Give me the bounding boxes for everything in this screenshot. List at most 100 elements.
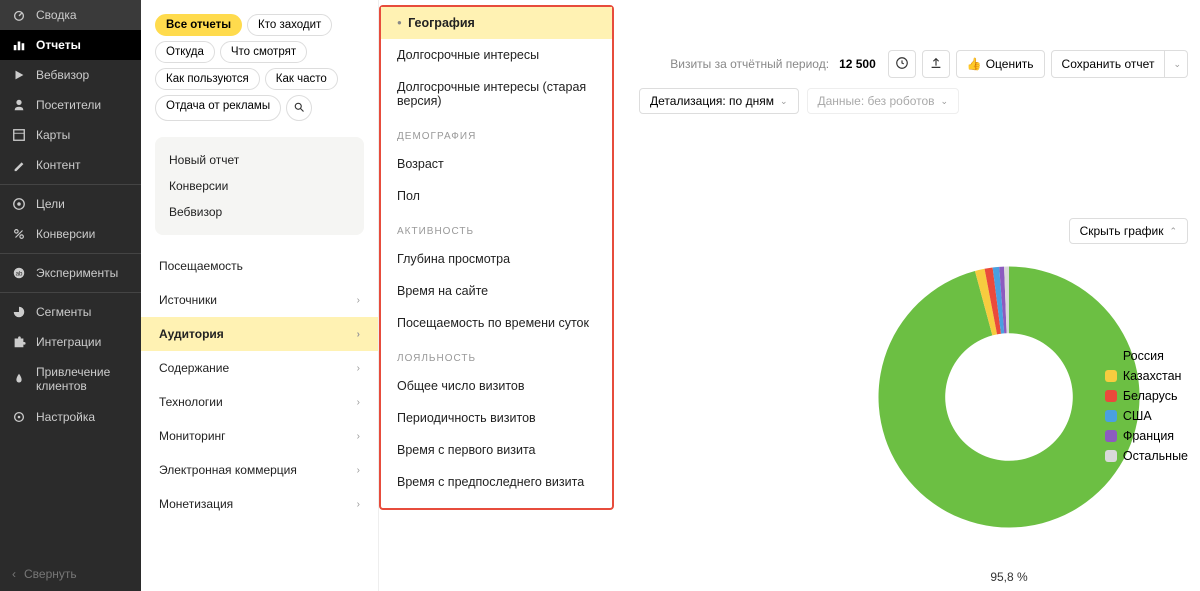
- chevron-right-icon: ›: [357, 363, 360, 374]
- sub-Посещаемость по времени суток[interactable]: Посещаемость по времени суток: [381, 307, 612, 339]
- cat-Мониторинг[interactable]: Мониторинг›: [141, 419, 378, 453]
- save-report-button[interactable]: Сохранить отчет: [1051, 50, 1166, 78]
- chip-how[interactable]: Как пользуются: [155, 68, 260, 90]
- side-visitors[interactable]: Посетители: [0, 90, 141, 120]
- topbar: Визиты за отчётный период: 12 500 👍Оцени…: [670, 50, 1188, 78]
- side-settings[interactable]: Настройка: [0, 402, 141, 432]
- quick-new[interactable]: Новый отчет: [169, 147, 350, 173]
- side-maps[interactable]: Карты: [0, 120, 141, 150]
- side-reports[interactable]: Отчеты: [0, 30, 141, 60]
- flame-icon: [12, 372, 26, 386]
- sub-Общее число визитов[interactable]: Общее число визитов: [381, 370, 612, 402]
- sub-Долгосрочные интересы[interactable]: Долгосрочные интересы: [381, 39, 612, 71]
- refresh-button[interactable]: [888, 50, 916, 78]
- legend-swatch: [1105, 410, 1117, 422]
- chevron-right-icon: ›: [357, 465, 360, 476]
- legend-США[interactable]: США: [1105, 406, 1188, 426]
- export-button[interactable]: [922, 50, 950, 78]
- sub-Глубина просмотра[interactable]: Глубина просмотра: [381, 243, 612, 275]
- cat-Содержание[interactable]: Содержание›: [141, 351, 378, 385]
- side-segments[interactable]: Сегменты: [0, 297, 141, 327]
- filter-row: Детализация: по дням⌄ Данные: без робото…: [639, 88, 959, 114]
- cat-Монетизация[interactable]: Монетизация›: [141, 487, 378, 521]
- legend-swatch: [1105, 390, 1117, 402]
- chevron-up-icon: ⌃: [1169, 226, 1177, 237]
- visits-label: Визиты за отчётный период:: [670, 57, 829, 71]
- legend-Беларусь[interactable]: Беларусь: [1105, 386, 1188, 406]
- hide-chart-row: Скрыть график⌃: [1069, 218, 1188, 244]
- chevron-right-icon: ›: [357, 499, 360, 510]
- sub-Время с первого визита[interactable]: Время с первого визита: [381, 434, 612, 466]
- sub-Долгосрочные интересы (старая версия)[interactable]: Долгосрочные интересы (старая версия): [381, 71, 612, 117]
- sidebar: Сводка Отчеты Вебвизор Посетители Карты …: [0, 0, 141, 591]
- side-conversions[interactable]: Конверсии: [0, 219, 141, 249]
- chevron-down-icon: ⌄: [941, 96, 949, 107]
- chip-what[interactable]: Что смотрят: [220, 41, 307, 63]
- legend-Казахстан[interactable]: Казахстан: [1105, 366, 1188, 386]
- side-integrations[interactable]: Интеграции: [0, 327, 141, 357]
- robots-select[interactable]: Данные: без роботов⌄: [807, 88, 960, 114]
- save-report-dropdown[interactable]: ⌄: [1165, 50, 1188, 78]
- chevron-right-icon: ›: [357, 295, 360, 306]
- legend-swatch: [1105, 350, 1117, 362]
- upload-icon: [929, 56, 943, 73]
- cat-Аудитория[interactable]: Аудитория›: [141, 317, 378, 351]
- quick-box: Новый отчет Конверсии Вебвизор: [155, 137, 364, 235]
- legend-swatch: [1105, 450, 1117, 462]
- sub-header: ДЕМОГРАФИЯ: [381, 117, 612, 148]
- sub-География[interactable]: География: [381, 7, 612, 39]
- legend-Россия[interactable]: Россия: [1105, 346, 1188, 366]
- side-goals[interactable]: Цели: [0, 189, 141, 219]
- chevron-down-icon: ⌄: [1173, 59, 1181, 70]
- chip-row: Все отчеты Кто заходит Откуда Что смотря…: [141, 8, 378, 131]
- sub-header: АКТИВНОСТЬ: [381, 212, 612, 243]
- chip-search[interactable]: [286, 95, 312, 121]
- side-clients[interactable]: Привлечение клиентов: [0, 357, 141, 402]
- cat-Технологии[interactable]: Технологии›: [141, 385, 378, 419]
- ab-icon: ab: [12, 266, 26, 280]
- side-experiments[interactable]: abЭксперименты: [0, 258, 141, 288]
- person-icon: [12, 98, 26, 112]
- layout-icon: [12, 128, 26, 142]
- rate-button[interactable]: 👍Оценить: [956, 50, 1045, 78]
- bars-icon: [12, 38, 26, 52]
- legend-swatch: [1105, 370, 1117, 382]
- cat-Посещаемость[interactable]: Посещаемость: [141, 249, 378, 283]
- clock-icon: [895, 56, 909, 73]
- side-content[interactable]: Контент: [0, 150, 141, 180]
- play-icon: [12, 68, 26, 82]
- detail-select[interactable]: Детализация: по дням⌄: [639, 88, 799, 114]
- sub-header: ЛОЯЛЬНОСТЬ: [381, 339, 612, 370]
- sub-Время на сайте[interactable]: Время на сайте: [381, 275, 612, 307]
- sub-Возраст[interactable]: Возраст: [381, 148, 612, 180]
- sub-Периодичность визитов[interactable]: Периодичность визитов: [381, 402, 612, 434]
- sub-Пол[interactable]: Пол: [381, 180, 612, 212]
- chip-ads[interactable]: Отдача от рекламы: [155, 95, 281, 121]
- sub-Время с предпоследнего визита[interactable]: Время с предпоследнего визита: [381, 466, 612, 498]
- chip-from[interactable]: Откуда: [155, 41, 215, 63]
- chip-all[interactable]: Все отчеты: [155, 14, 242, 36]
- legend-Остальные[interactable]: Остальные: [1105, 446, 1188, 466]
- quick-webvisor[interactable]: Вебвизор: [169, 199, 350, 225]
- chevron-right-icon: ›: [357, 397, 360, 408]
- quick-conv[interactable]: Конверсии: [169, 173, 350, 199]
- puzzle-icon: [12, 335, 26, 349]
- side-summary[interactable]: Сводка: [0, 0, 141, 30]
- chevron-right-icon: ›: [357, 329, 360, 340]
- chevron-down-icon: ⌄: [780, 96, 788, 107]
- visits-value: 12 500: [839, 57, 876, 71]
- chevron-left-icon: ‹: [12, 567, 16, 581]
- cat-Электронная коммерция[interactable]: Электронная коммерция›: [141, 453, 378, 487]
- reports-panel: Все отчеты Кто заходит Откуда Что смотря…: [141, 0, 379, 591]
- side-collapse[interactable]: ‹Свернуть: [0, 557, 141, 591]
- chevron-right-icon: ›: [357, 431, 360, 442]
- cat-Источники[interactable]: Источники›: [141, 283, 378, 317]
- chip-often[interactable]: Как часто: [265, 68, 338, 90]
- side-webvisor[interactable]: Вебвизор: [0, 60, 141, 90]
- main-pct-label: 95,8 %: [990, 570, 1027, 584]
- submenu-audience: ГеографияДолгосрочные интересыДолгосрочн…: [379, 5, 614, 510]
- gear-icon: [12, 410, 26, 424]
- hide-chart-button[interactable]: Скрыть график⌃: [1069, 218, 1188, 244]
- chip-who[interactable]: Кто заходит: [247, 14, 332, 36]
- legend-Франция[interactable]: Франция: [1105, 426, 1188, 446]
